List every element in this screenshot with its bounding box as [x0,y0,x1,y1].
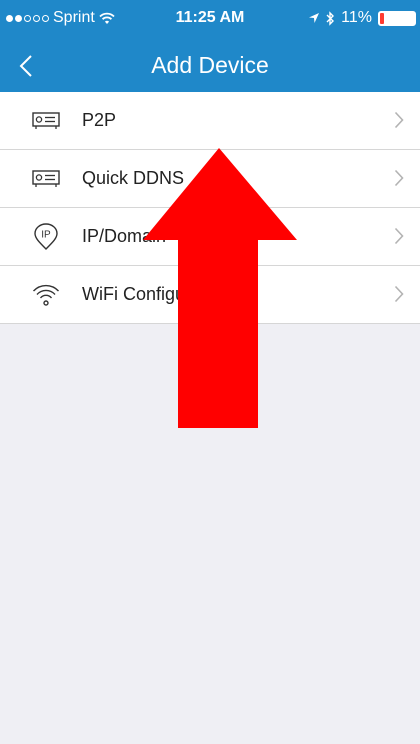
dvr-icon [30,105,62,137]
nav-bar: Add Device [0,40,420,92]
menu-item-quick-ddns[interactable]: Quick DDNS [0,150,420,208]
dvr-icon [30,163,62,195]
menu-item-label: WiFi Configuration [82,284,231,304]
battery-percent: 11% [341,9,372,26]
location-icon [309,13,320,23]
svg-text:IP: IP [41,230,51,241]
chevron-right-icon [394,169,404,187]
menu-item-p2p[interactable]: P2P [0,92,420,150]
add-device-menu: P2P Quick DDNS IP IP/Domain WiFi Configu… [0,92,420,324]
menu-item-ip-domain[interactable]: IP IP/Domain [0,208,420,266]
status-right: 11% [308,9,416,27]
ip-pin-icon: IP [30,221,62,253]
bluetooth-icon [326,10,335,26]
menu-item-label: P2P [82,110,117,130]
chevron-right-icon [394,285,404,303]
menu-item-label: IP/Domain [82,226,167,246]
battery-fill [380,12,384,24]
chevron-right-icon [394,111,404,129]
menu-item-label: Quick DDNS [82,168,185,188]
page-title: Add Device [151,52,269,78]
wifi-icon [30,279,62,311]
status-bar: Sprint 11:25 AM 11% [0,0,420,40]
battery-icon [378,10,416,26]
app-header: Sprint 11:25 AM 11% Add Device [0,0,420,92]
chevron-right-icon [394,227,404,245]
menu-item-wifi-configuration[interactable]: WiFi Configuration [0,266,420,324]
